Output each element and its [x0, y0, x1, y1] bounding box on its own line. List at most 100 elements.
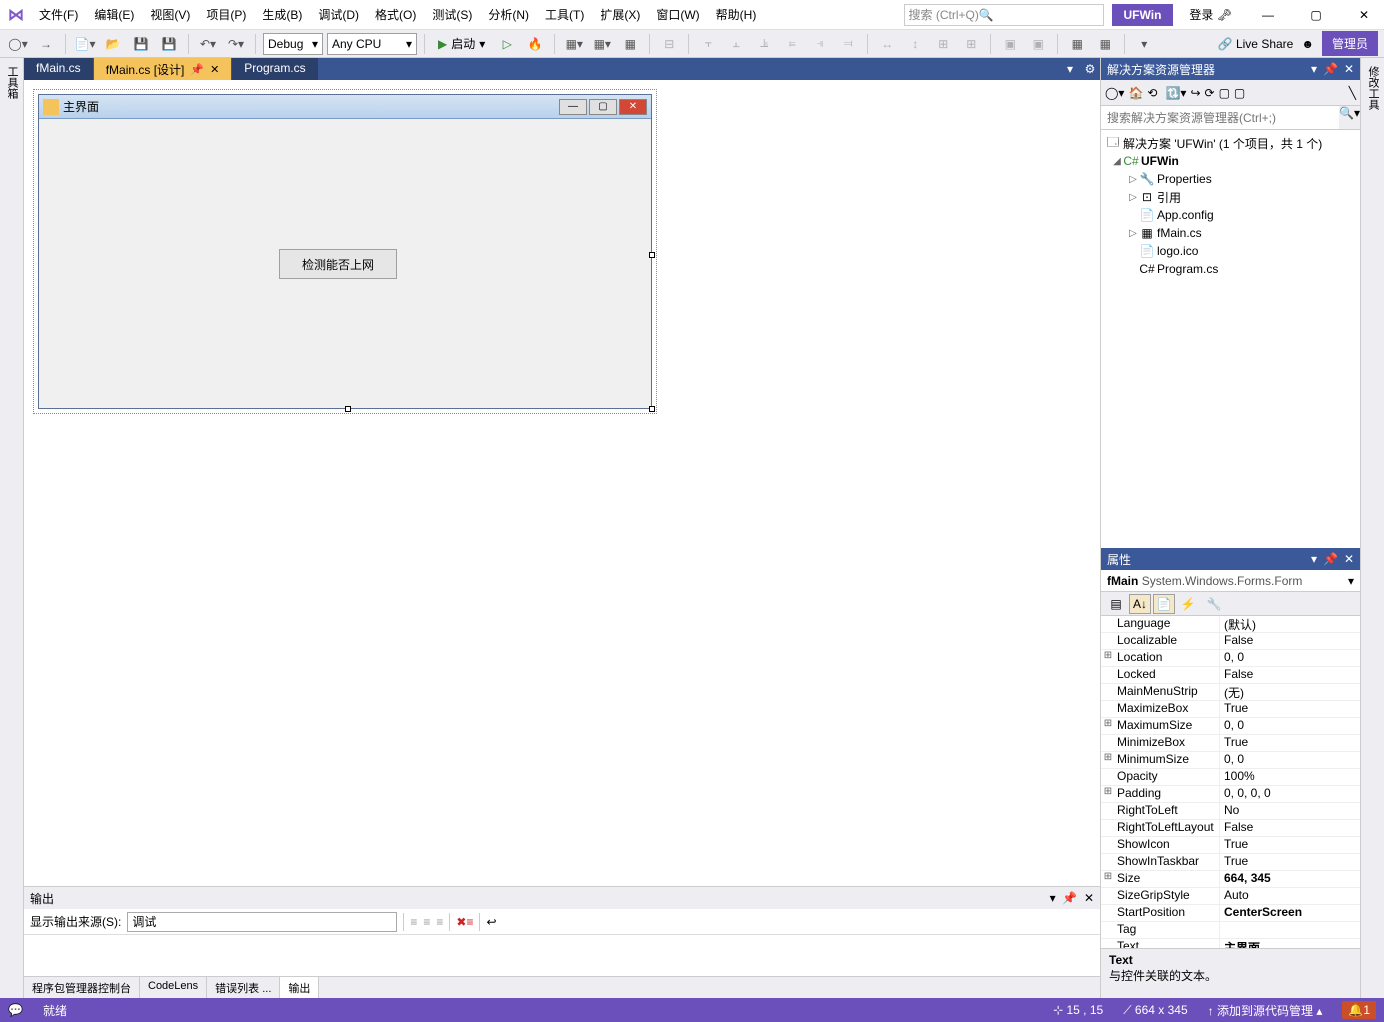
menu-item[interactable]: 分析(N) [481, 2, 536, 27]
menu-item[interactable]: 格式(O) [368, 2, 423, 27]
output-close-icon[interactable]: ✕ [1084, 891, 1094, 905]
side-tab[interactable]: 修改工具 [1362, 58, 1384, 998]
sol-sync-icon[interactable]: ⟲ [1147, 86, 1157, 100]
pin-icon[interactable]: 📌 [190, 63, 204, 76]
close-button[interactable]: ✕ [1344, 0, 1384, 30]
new-item-button[interactable]: 📄▾ [73, 32, 97, 56]
search-icon[interactable]: 🔍 [979, 8, 994, 22]
live-share-button[interactable]: 🔗 Live Share [1218, 37, 1294, 51]
tab-settings-icon[interactable]: ⚙ [1080, 58, 1100, 80]
property-row[interactable]: SizeGripStyleAuto [1101, 888, 1360, 905]
property-row[interactable]: MaximizeBoxTrue [1101, 701, 1360, 718]
extra-dropdown[interactable]: ▾ [1132, 32, 1156, 56]
layout-btn1[interactable]: ▦▾ [562, 32, 586, 56]
tree-item[interactable]: 📄logo.ico [1101, 242, 1360, 260]
props-close-icon[interactable]: ✕ [1344, 552, 1354, 566]
form-window[interactable]: 主界面 — ▢ ✕ 检测能否上网 [38, 94, 652, 409]
sol-collapse-icon[interactable]: ↪ [1190, 86, 1200, 100]
maximize-button[interactable]: ▢ [1296, 0, 1336, 30]
search-input[interactable]: 搜索 (Ctrl+Q) 🔍 [904, 4, 1104, 26]
sol-prop-icon[interactable]: ▢ [1219, 86, 1230, 100]
tree-item[interactable]: ▷🔧Properties [1101, 170, 1360, 188]
close-icon[interactable]: ✕ [210, 63, 219, 76]
config-combo[interactable]: Debug▾ [263, 33, 323, 55]
output-clear-icon[interactable]: ✖≡ [456, 915, 473, 929]
expand-icon[interactable]: ◢ [1111, 156, 1123, 167]
save-button[interactable]: 💾 [129, 32, 153, 56]
tree-solution-node[interactable]: 🗔 解决方案 'UFWin' (1 个项目，共 1 个) [1101, 134, 1360, 152]
sol-more-icon[interactable]: ╲ [1349, 86, 1356, 100]
output-source-combo[interactable]: 调试 [127, 912, 397, 932]
source-control-button[interactable]: ↑ 添加到源代码管理 ▴ [1208, 1002, 1323, 1019]
property-row[interactable]: ⊞Location0, 0 [1101, 650, 1360, 667]
undo-button[interactable]: ↶▾ [196, 32, 220, 56]
tab-order2[interactable]: ▦ [1093, 32, 1117, 56]
form-designer[interactable]: 主界面 — ▢ ✕ 检测能否上网 [24, 80, 1100, 886]
nav-back-button[interactable]: ◯▾ [6, 32, 30, 56]
menu-item[interactable]: 项目(P) [199, 2, 253, 27]
start-nodebug-button[interactable]: ▷ [495, 32, 519, 56]
nav-fwd-button[interactable]: → [34, 32, 58, 56]
menu-item[interactable]: 调试(D) [311, 2, 366, 27]
property-row[interactable]: Tag [1101, 922, 1360, 939]
tab-overflow[interactable]: ▾ [1060, 58, 1080, 80]
tree-item[interactable]: C#Program.cs [1101, 260, 1360, 278]
menu-item[interactable]: 帮助(H) [709, 2, 764, 27]
hot-reload-button[interactable]: 🔥 [523, 32, 547, 56]
output-pin-icon[interactable]: 📌 [1062, 891, 1077, 905]
bottom-tab[interactable]: CodeLens [140, 977, 207, 998]
property-row[interactable]: ⊞MinimumSize0, 0 [1101, 752, 1360, 769]
props-dropdown-icon[interactable]: ▾ [1311, 552, 1317, 566]
menu-item[interactable]: 视图(V) [143, 2, 197, 27]
output-text[interactable] [24, 935, 1100, 976]
feedback-icon[interactable]: ☻ [1301, 37, 1314, 51]
solution-tree[interactable]: 🗔 解决方案 'UFWin' (1 个项目，共 1 个) ◢ C# UFWin … [1101, 130, 1360, 548]
bottom-tab[interactable]: 输出 [280, 977, 319, 998]
document-tab[interactable]: fMain.cs [24, 58, 93, 80]
bottom-tab[interactable]: 程序包管理器控制台 [24, 977, 140, 998]
sol-view-icon[interactable]: ▢ [1234, 86, 1245, 100]
menu-item[interactable]: 测试(S) [425, 2, 479, 27]
props-pin-icon[interactable]: 📌 [1323, 552, 1338, 566]
tree-item[interactable]: ▷⊡引用 [1101, 188, 1360, 206]
open-button[interactable]: 📂 [101, 32, 125, 56]
tree-item[interactable]: ▷▦fMain.cs [1101, 224, 1360, 242]
properties-object[interactable]: fMain System.Windows.Forms.Form ▾ [1101, 570, 1360, 592]
tree-project-node[interactable]: ◢ C# UFWin [1101, 152, 1360, 170]
output-dropdown-icon[interactable]: ▾ [1050, 891, 1056, 905]
solution-search-input[interactable] [1101, 106, 1339, 129]
sol-home2-icon[interactable]: 🏠 [1128, 86, 1143, 100]
redo-button[interactable]: ↷▾ [224, 32, 248, 56]
sol-home-icon[interactable]: ◯▾ [1105, 86, 1124, 100]
layout-btn2[interactable]: ▦▾ [590, 32, 614, 56]
side-tab[interactable]: 工具箱 [1, 58, 23, 998]
props-wrench-icon[interactable]: 🔧 [1203, 594, 1225, 614]
document-tab[interactable]: fMain.cs [设计] 📌 ✕ [94, 58, 232, 80]
layout-btn3[interactable]: ▦ [618, 32, 642, 56]
property-row[interactable]: MinimizeBoxTrue [1101, 735, 1360, 752]
panel-dropdown-icon[interactable]: ▾ [1311, 62, 1317, 76]
property-row[interactable]: LockedFalse [1101, 667, 1360, 684]
sol-show-icon[interactable]: ⟳ [1205, 86, 1215, 100]
save-all-button[interactable]: 💾 [157, 32, 181, 56]
align-btn[interactable]: ⊟ [657, 32, 681, 56]
property-row[interactable]: ⊞MaximumSize0, 0 [1101, 718, 1360, 735]
property-row[interactable]: Opacity100% [1101, 769, 1360, 786]
panel-pin-icon[interactable]: 📌 [1323, 62, 1338, 76]
solution-search-icon[interactable]: 🔍▾ [1339, 106, 1360, 129]
sol-refresh-icon[interactable]: 🔃▾ [1165, 86, 1186, 100]
notification-badge[interactable]: 🔔1 [1342, 1001, 1376, 1019]
output-wrap-icon[interactable]: ↩ [486, 915, 496, 929]
property-row[interactable]: ShowIconTrue [1101, 837, 1360, 854]
menu-item[interactable]: 生成(B) [255, 2, 309, 27]
minimize-button[interactable]: — [1248, 0, 1288, 30]
property-row[interactable]: Text主界面 [1101, 939, 1360, 948]
menu-item[interactable]: 工具(T) [538, 2, 591, 27]
platform-combo[interactable]: Any CPU▾ [327, 33, 417, 55]
properties-grid[interactable]: Language(默认)LocalizableFalse⊞Location0, … [1101, 616, 1360, 948]
menu-item[interactable]: 编辑(E) [87, 2, 141, 27]
tree-item[interactable]: 📄App.config [1101, 206, 1360, 224]
start-button[interactable]: ▶启动 ▾ [432, 35, 491, 52]
property-row[interactable]: StartPositionCenterScreen [1101, 905, 1360, 922]
props-az-icon[interactable]: A↓ [1129, 594, 1151, 614]
